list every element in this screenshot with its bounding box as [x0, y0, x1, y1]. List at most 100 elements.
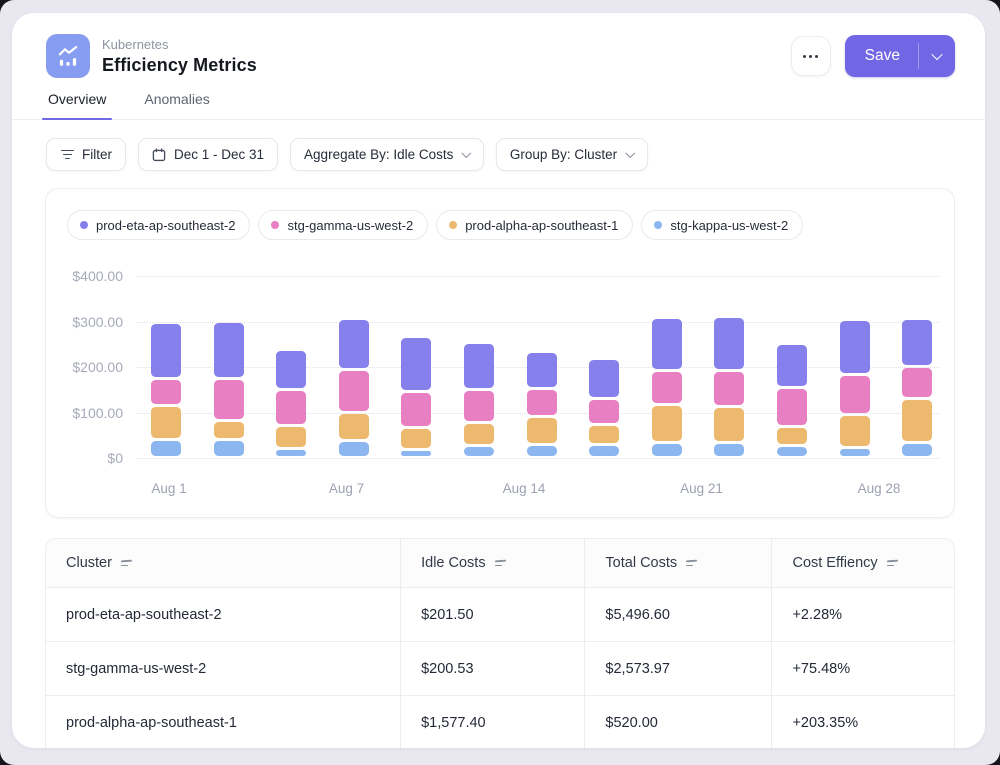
- cell-value: +75.48%: [771, 642, 954, 695]
- bar-segment-stg-kappa-us-west-2: [840, 449, 870, 456]
- legend-label: stg-kappa-us-west-2: [670, 218, 788, 233]
- cell-value: $2,573.97: [584, 642, 771, 695]
- page-header: Kubernetes Efficiency Metrics Save: [12, 13, 985, 78]
- bar-segment-prod-eta-ap-southeast-2: [652, 319, 682, 369]
- date-range-label: Dec 1 - Dec 31: [174, 147, 264, 162]
- bar-segment-stg-gamma-us-west-2: [527, 390, 557, 415]
- bar-segment-stg-kappa-us-west-2: [214, 441, 244, 456]
- bar-segment-prod-eta-ap-southeast-2: [840, 321, 870, 374]
- tab-overview[interactable]: Overview: [46, 91, 108, 119]
- bar-segment-prod-eta-ap-southeast-2: [464, 344, 494, 388]
- legend-item-stg-kappa-us-west-2[interactable]: stg-kappa-us-west-2: [641, 210, 803, 240]
- bar-segment-stg-kappa-us-west-2: [652, 444, 682, 456]
- legend-label: stg-gamma-us-west-2: [287, 218, 413, 233]
- legend-dot-icon: [80, 221, 88, 229]
- filter-button[interactable]: Filter: [46, 138, 126, 171]
- column-header-cost-effiency[interactable]: Cost Effiency: [771, 539, 954, 587]
- column-header-label: Total Costs: [605, 555, 677, 571]
- chart-card: prod-eta-ap-southeast-2 stg-gamma-us-west…: [45, 188, 955, 518]
- column-header-label: Idle Costs: [421, 555, 485, 571]
- column-header-idle-costs[interactable]: Idle Costs: [400, 539, 584, 587]
- tab-anomalies[interactable]: Anomalies: [142, 91, 211, 119]
- y-axis-tick: $300.00: [46, 312, 123, 332]
- bar-segment-stg-gamma-us-west-2: [214, 380, 244, 419]
- more-options-button[interactable]: [791, 36, 831, 76]
- column-header-label: Cluster: [66, 555, 112, 571]
- bar-segment-prod-alpha-ap-southeast-1: [527, 418, 557, 443]
- y-axis-tick: $400.00: [46, 266, 123, 286]
- column-header-cluster[interactable]: Cluster: [46, 539, 400, 587]
- bar-segment-stg-gamma-us-west-2: [652, 372, 682, 403]
- bar-segment-stg-gamma-us-west-2: [714, 372, 744, 405]
- bar-segment-stg-gamma-us-west-2: [902, 368, 932, 397]
- filter-label: Filter: [82, 147, 112, 162]
- filter-icon: [60, 150, 74, 160]
- group-by-label: Group By: Cluster: [510, 147, 617, 162]
- cell-cluster-name: stg-gamma-us-west-2: [46, 642, 400, 695]
- bar-segment-prod-eta-ap-southeast-2: [151, 324, 181, 377]
- bar-segment-prod-eta-ap-southeast-2: [339, 320, 369, 368]
- app-screen: Kubernetes Efficiency Metrics Save Overv…: [0, 0, 1000, 765]
- bar-segment-prod-alpha-ap-southeast-1: [777, 428, 807, 444]
- x-axis-tick: Aug 21: [680, 480, 723, 498]
- page-title: Efficiency Metrics: [102, 53, 791, 77]
- bar-segment-stg-gamma-us-west-2: [339, 371, 369, 410]
- bar-segment-prod-alpha-ap-southeast-1: [214, 422, 244, 438]
- bar-segment-stg-gamma-us-west-2: [840, 376, 870, 413]
- bar-segment-prod-eta-ap-southeast-2: [777, 345, 807, 386]
- chevron-down-icon: [626, 148, 635, 157]
- save-button[interactable]: Save: [845, 35, 918, 77]
- date-range-button[interactable]: Dec 1 - Dec 31: [138, 138, 278, 171]
- app-eyebrow: Kubernetes: [102, 34, 791, 53]
- legend-item-stg-gamma-us-west-2[interactable]: stg-gamma-us-west-2: [258, 210, 428, 240]
- legend-dot-icon: [271, 221, 279, 229]
- chevron-down-icon: [462, 148, 471, 157]
- bar-segment-stg-kappa-us-west-2: [589, 446, 619, 456]
- save-split-button[interactable]: Save: [845, 35, 955, 77]
- bar-segment-stg-kappa-us-west-2: [714, 444, 744, 456]
- column-header-total-costs[interactable]: Total Costs: [584, 539, 771, 587]
- aggregate-by-label: Aggregate By: Idle Costs: [304, 147, 453, 162]
- x-axis-tick: Aug 28: [858, 480, 901, 498]
- save-dropdown-button[interactable]: [919, 35, 955, 77]
- table-header-row: Cluster Idle Costs Total Costs Cost Effienc…: [46, 539, 954, 587]
- cell-value: $201.50: [400, 588, 584, 641]
- column-header-label: Cost Effiency: [792, 555, 877, 571]
- bar-segment-prod-eta-ap-southeast-2: [714, 318, 744, 369]
- bar-segment-prod-alpha-ap-southeast-1: [401, 429, 431, 448]
- aggregate-by-dropdown[interactable]: Aggregate By: Idle Costs: [290, 138, 484, 171]
- bar-segment-stg-gamma-us-west-2: [151, 380, 181, 404]
- bar-segment-stg-kappa-us-west-2: [527, 446, 557, 456]
- sort-icon: [121, 560, 133, 566]
- bar-segment-prod-eta-ap-southeast-2: [589, 360, 619, 397]
- title-block: Kubernetes Efficiency Metrics: [102, 34, 791, 77]
- legend-dot-icon: [449, 221, 457, 229]
- bar-segment-prod-alpha-ap-southeast-1: [464, 424, 494, 444]
- chart-legend: prod-eta-ap-southeast-2 stg-gamma-us-west…: [46, 189, 954, 240]
- bar-segment-stg-kappa-us-west-2: [401, 451, 431, 456]
- tab-bar: Overview Anomalies: [12, 91, 985, 120]
- y-axis-tick: $0: [46, 448, 123, 468]
- table-row: prod-alpha-ap-southeast-1$1,577.40$520.0…: [46, 695, 954, 748]
- group-by-dropdown[interactable]: Group By: Cluster: [496, 138, 648, 171]
- bar-segment-prod-alpha-ap-southeast-1: [652, 406, 682, 440]
- header-actions: Save: [791, 34, 955, 77]
- sort-icon: [887, 560, 899, 566]
- chart-app-icon: [46, 34, 90, 78]
- cell-value: $1,577.40: [400, 696, 584, 748]
- bar-segment-prod-alpha-ap-southeast-1: [339, 414, 369, 439]
- bar-segment-stg-kappa-us-west-2: [151, 441, 181, 456]
- sort-icon: [495, 560, 507, 566]
- cell-value: $520.00: [584, 696, 771, 748]
- main-card: Kubernetes Efficiency Metrics Save Overv…: [12, 13, 985, 748]
- legend-label: prod-alpha-ap-southeast-1: [465, 218, 618, 233]
- legend-item-prod-eta-ap-southeast-2[interactable]: prod-eta-ap-southeast-2: [67, 210, 250, 240]
- bar-segment-stg-kappa-us-west-2: [276, 450, 306, 456]
- bar-segment-prod-eta-ap-southeast-2: [527, 353, 557, 386]
- cluster-table: Cluster Idle Costs Total Costs Cost Effienc…: [45, 538, 955, 748]
- legend-item-prod-alpha-ap-southeast-1[interactable]: prod-alpha-ap-southeast-1: [436, 210, 633, 240]
- legend-label: prod-eta-ap-southeast-2: [96, 218, 235, 233]
- bar-segment-stg-gamma-us-west-2: [777, 389, 807, 425]
- cell-cluster-name: prod-alpha-ap-southeast-1: [46, 696, 400, 748]
- bar-segment-prod-eta-ap-southeast-2: [902, 320, 932, 365]
